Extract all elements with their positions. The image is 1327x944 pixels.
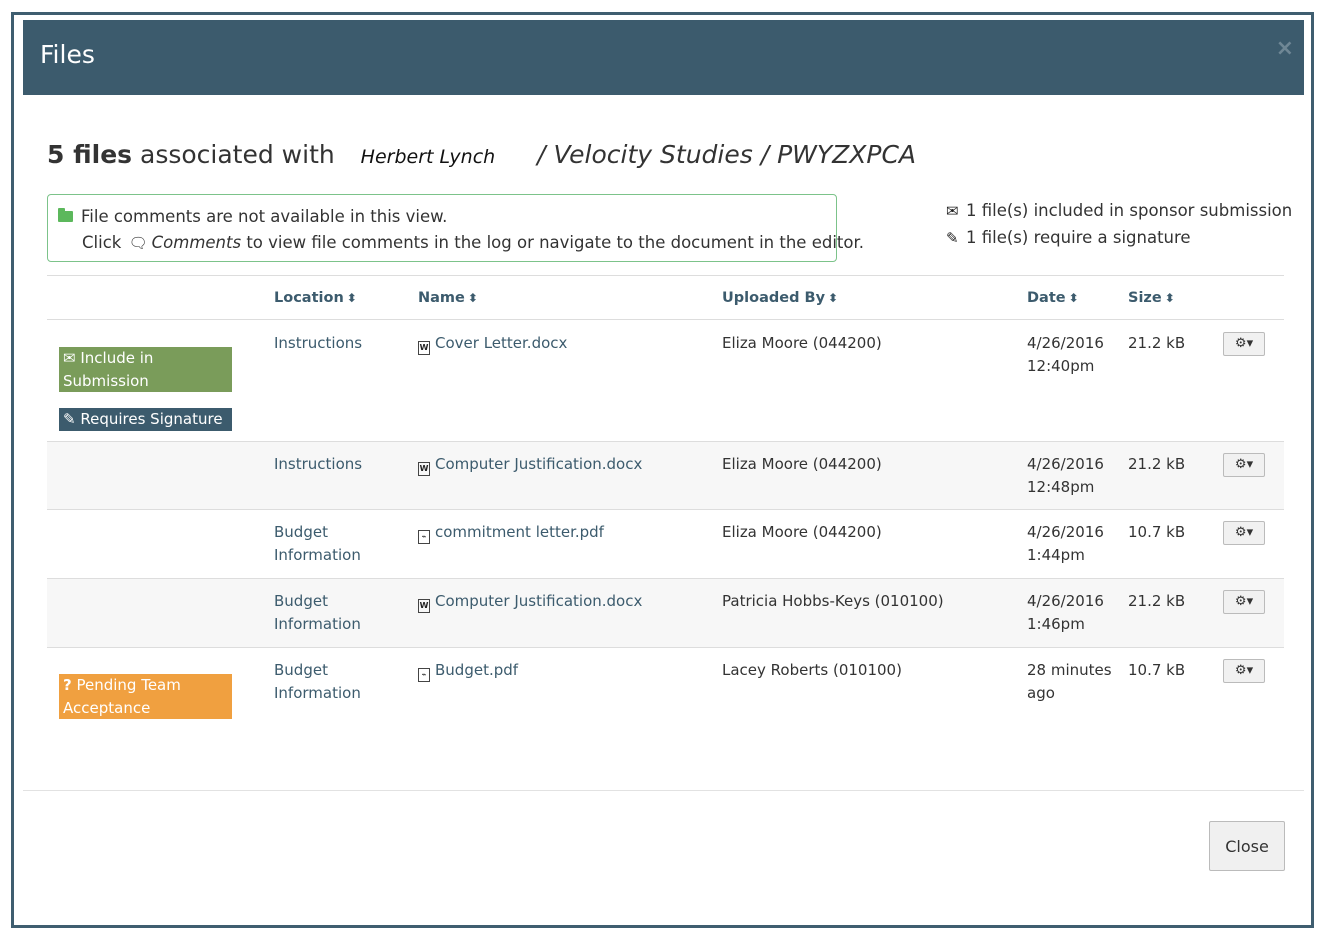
word-doc-icon: W [418,599,430,613]
file-link[interactable]: W Cover Letter.docx [418,332,567,355]
upload-date: 4/26/2016 12:40pm [1027,334,1104,375]
comments-info-box: File comments are not available in this … [47,194,864,262]
modal-header: Files × [23,20,1304,95]
signature-summary: ✎ 1 file(s) require a signature [946,228,1191,247]
column-location[interactable]: Location ⬍ [274,290,357,306]
pdf-doc-icon: ⌁ [418,668,430,682]
file-size: 10.7 kB [1128,523,1186,541]
file-actions-button[interactable]: ⚙▾ [1223,453,1265,477]
sponsor-summary: ✉ 1 file(s) included in sponsor submissio… [946,201,1293,220]
sort-icon: ⬍ [828,291,839,305]
word-doc-icon: W [418,341,430,355]
uploaded-by: Eliza Moore (044200) [722,455,882,473]
chevron-down-icon: ▾ [1246,594,1254,609]
file-size: 10.7 kB [1128,661,1186,679]
folder-icon [58,208,73,222]
column-date[interactable]: Date ⬍ [1027,290,1079,306]
upload-date: 4/26/2016 1:46pm [1027,592,1104,633]
file-count: 5 files [47,140,133,169]
pencil-icon: ✎ [63,410,76,428]
file-link[interactable]: ⌁ Budget.pdf [418,659,518,682]
pdf-doc-icon: ⌁ [418,530,430,544]
sort-icon: ⬍ [1068,291,1079,305]
upload-date: 4/26/2016 1:44pm [1027,523,1104,564]
sort-icon: ⬍ [467,291,478,305]
chevron-down-icon: ▾ [1246,525,1254,540]
person-name: Herbert Lynch [360,146,496,168]
sort-icon: ⬍ [1164,291,1175,305]
upload-date: 4/26/2016 12:48pm [1027,455,1104,496]
gear-icon: ⚙ [1234,594,1247,609]
gear-icon: ⚙ [1234,457,1247,472]
modal-title: Files [40,40,95,69]
uploaded-by: Patricia Hobbs-Keys (010100) [722,592,944,610]
pencil-icon: ✎ [946,229,959,247]
table-row: Instructions W Computer Justification.doc… [47,442,1284,510]
location-link[interactable]: Instructions [274,332,362,355]
table-row: Budget Information ⌁ commitment letter.pdf… [47,510,1284,579]
file-size: 21.2 kB [1128,334,1186,352]
file-actions-button[interactable]: ⚙▾ [1223,590,1265,614]
chevron-down-icon: ▾ [1246,457,1254,472]
file-link[interactable]: W Computer Justification.docx [418,453,642,476]
location-link[interactable]: Budget Information [274,659,361,705]
uploaded-by: Eliza Moore (044200) [722,334,882,352]
uploaded-by: Eliza Moore (044200) [722,523,882,541]
file-actions-button[interactable]: ⚙▾ [1223,332,1265,356]
sort-icon: ⬍ [346,291,357,305]
location-link[interactable]: Instructions [274,453,362,476]
envelope-icon: ✉ [63,349,76,367]
chevron-down-icon: ▾ [1246,336,1254,351]
close-icon[interactable]: × [1276,36,1294,61]
chevron-down-icon: ▾ [1246,663,1254,678]
table-header: Location ⬍ Name ⬍ Uploaded By ⬍ Date ⬍ Size ⬍ [47,275,1284,320]
uploaded-by: Lacey Roberts (010100) [722,661,902,679]
comments-icon: 🗨 [128,234,148,252]
envelope-icon: ✉ [946,202,959,220]
footer-divider [23,790,1304,791]
requires-signature-badge: ✎ Requires Signature [59,408,232,431]
file-size: 21.2 kB [1128,455,1186,473]
table-row: Budget Information W Computer Justificatio… [47,579,1284,648]
location-link[interactable]: Budget Information [274,590,361,636]
study-path: / Velocity Studies / PWYZXPCA [537,140,917,169]
associated-text: associated with [140,140,335,169]
file-actions-button[interactable]: ⚙▾ [1223,521,1265,545]
info-line-2: Click 🗨 Comments to view file comments in… [82,233,864,252]
gear-icon: ⚙ [1234,336,1247,351]
include-in-submission-badge: ✉ Include in Submission [59,347,232,392]
column-name[interactable]: Name ⬍ [418,290,478,306]
comments-link[interactable]: Comments [152,233,241,252]
word-doc-icon: W [418,462,430,476]
gear-icon: ⚙ [1234,525,1247,540]
file-link[interactable]: W Computer Justification.docx [418,590,642,613]
info-line-1: File comments are not available in this … [58,207,447,226]
column-size[interactable]: Size ⬍ [1128,290,1175,306]
file-size: 21.2 kB [1128,592,1186,610]
column-uploaded-by[interactable]: Uploaded By ⬍ [722,290,838,306]
page-heading: 5 files associated with Herbert Lynch / … [47,140,916,169]
location-link[interactable]: Budget Information [274,521,361,567]
gear-icon: ⚙ [1234,663,1247,678]
submission-summary: ✉ 1 file(s) included in sponsor submissio… [946,201,1292,255]
pending-team-acceptance-badge: ? Pending Team Acceptance [59,674,232,719]
upload-date: 28 minutes ago [1027,661,1112,702]
file-link[interactable]: ⌁ commitment letter.pdf [418,521,604,544]
file-actions-button[interactable]: ⚙▾ [1223,659,1265,683]
table-row: ✉ Include in Submission ✎ Requires Signat… [47,320,1284,442]
close-button[interactable]: Close [1209,821,1285,871]
table-row: ? Pending Team Acceptance Budget Informati… [47,648,1284,738]
question-icon: ? [63,676,72,694]
